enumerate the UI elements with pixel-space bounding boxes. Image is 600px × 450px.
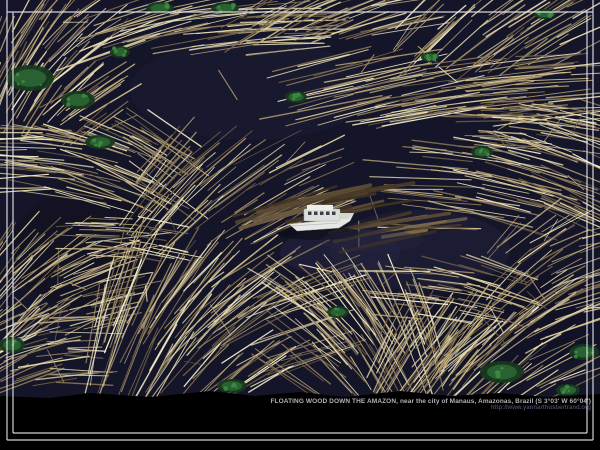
wallpaper: FLOATING WOOD DOWN THE AMAZON, near the … (0, 0, 600, 450)
aerial-photo-floating-logs (0, 0, 600, 450)
caption-url[interactable]: http://www.yannarthusbertrand.org (270, 405, 591, 412)
caption-text: FLOATING WOOD DOWN THE AMAZON, near the … (270, 398, 591, 405)
photo-caption: FLOATING WOOD DOWN THE AMAZON, near the … (270, 398, 591, 412)
